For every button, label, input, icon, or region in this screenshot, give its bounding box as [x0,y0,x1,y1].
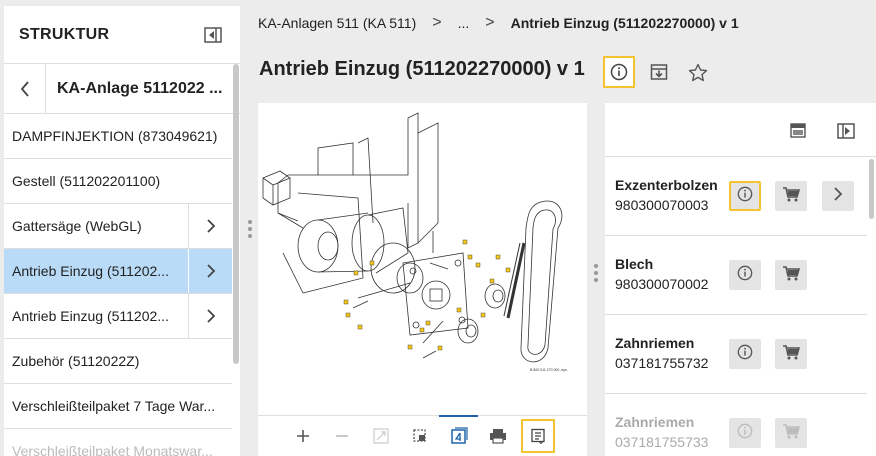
download-icon [650,64,668,80]
drawing-2d-icon [450,427,468,444]
tree-item[interactable]: Verschleißteilpaket 7 Tage War... [4,384,232,429]
part-detail-button[interactable] [822,181,854,211]
back-row[interactable]: KA-Anlage 5112022 ... [4,64,240,114]
part-row[interactable]: Zahnriemen 037181755732 [605,315,867,394]
tree-item[interactable]: DAMPFINJEKTION (873049621) [4,114,232,159]
breadcrumb-item-ellipsis[interactable]: ... [458,15,470,31]
expand-icon [372,428,389,444]
tree-item-label: Verschleißteilpaket 7 Tage War... [12,398,216,414]
parts-list: Exzenterbolzen 980300070003 Blech 980300070… [605,157,876,456]
tree-item-label: DAMPFINJEKTION (873049621) [12,128,218,144]
part-number: 980300070002 [615,276,709,292]
collapse-panel-icon[interactable] [204,26,222,43]
structure-tree: DAMPFINJEKTION (873049621) Gestell (51120… [4,114,240,456]
structure-panel: STRUKTUR KA-Anlage 5112022 ... DAMPFINJE… [4,6,240,456]
part-row[interactable]: Blech 980300070002 [605,236,867,315]
tree-item[interactable]: Gattersäge (WebGL) [4,204,232,249]
tree-item-label: Verschleißteilpaket Monatswar... [12,443,213,456]
cart-icon [782,186,801,207]
structure-scrollbar[interactable] [233,64,239,364]
tree-item-label: Gattersäge (WebGL) [12,218,142,234]
info-icon [610,63,628,81]
parts-list-header [605,103,876,157]
part-info-button[interactable] [729,339,761,369]
add-to-cart-button[interactable] [775,418,807,448]
plus-icon [296,430,309,442]
part-info-button[interactable] [729,418,761,448]
part-number: 980300070003 [615,197,709,213]
printer-icon [489,429,506,444]
part-row[interactable]: Zahnriemen 037181755733 [605,394,867,456]
minus-icon [335,435,348,437]
breadcrumb: KA-Anlagen 511 (KA 511) > ... > Antrieb … [258,14,739,32]
chevron-right-icon[interactable] [188,204,232,248]
structure-title: STRUKTUR [19,25,110,43]
tree-item[interactable]: Antrieb Einzug (511202... [4,249,232,294]
cart-icon [782,423,801,444]
breadcrumb-item-current: Antrieb Einzug (511202270000) v 1 [510,15,739,31]
parts-scrollbar[interactable] [869,159,874,219]
part-name: Blech [615,256,654,272]
cart-icon [782,265,801,286]
info-icon [737,186,753,207]
parent-node-label: KA-Anlage 5112022 ... [57,79,223,97]
chevron-right-icon[interactable] [188,249,232,293]
info-icon [737,344,753,365]
breadcrumb-item-root[interactable]: KA-Anlagen 511 (KA 511) [258,15,416,31]
part-row[interactable]: Exzenterbolzen 980300070003 [605,157,867,236]
part-name: Exzenterbolzen [615,177,718,193]
tree-item-label: Zubehör (5112022Z) [12,353,140,369]
star-icon [688,63,708,81]
part-name: Zahnriemen [615,335,695,351]
tree-item[interactable]: Zubehör (5112022Z) [4,339,232,384]
part-number: 037181755732 [615,355,709,371]
breadcrumb-separator: > [485,14,495,31]
tree-item-label: Antrieb Einzug (511202... [12,263,169,279]
breadcrumb-separator: > [432,14,442,31]
drawing-viewer: B 800 511 270 000 .eps [258,103,587,456]
tree-item[interactable]: Antrieb Einzug (511202... [4,294,232,339]
tree-item[interactable]: Verschleißteilpaket Monatswar... [4,429,232,456]
view-2d-button[interactable] [439,415,478,453]
part-info-button[interactable] [729,181,761,211]
parts-list-button[interactable] [521,419,555,453]
fit-screen-button[interactable] [361,419,400,453]
structure-header: STRUKTUR [4,6,240,64]
part-info-button[interactable] [729,260,761,290]
info-icon [737,265,753,286]
drawing-toolbar [258,415,587,456]
zoom-out-button[interactable] [322,419,361,453]
exploded-drawing[interactable]: B 800 511 270 000 .eps [258,103,587,413]
right-resize-handle[interactable] [594,264,598,282]
chevron-right-icon [833,186,843,207]
part-name: Zahnriemen [615,414,695,430]
chevron-left-icon[interactable] [4,64,46,113]
left-resize-handle[interactable] [248,220,252,238]
tree-item-label: Gestell (511202201100) [12,173,161,189]
add-to-cart-button[interactable] [775,181,807,211]
info-icon [737,423,753,444]
tree-item-label: Antrieb Einzug (511202... [12,308,169,324]
tree-item[interactable]: Gestell (511202201100) [4,159,232,204]
drawing-caption: B 800 511 270 000 .eps [530,368,567,372]
collapse-right-panel-icon[interactable] [837,123,855,139]
cart-icon [782,344,801,365]
info-button[interactable] [603,56,635,88]
zoom-in-button[interactable] [283,419,322,453]
download-button[interactable] [643,56,675,88]
select-area-button[interactable] [400,419,439,453]
favorite-button[interactable] [682,56,714,88]
parts-list-panel: Exzenterbolzen 980300070003 Blech 980300070… [605,103,876,456]
page-title: Antrieb Einzug (511202270000) v 1 [259,58,585,80]
list-document-icon [531,428,545,444]
area-select-icon [412,429,426,442]
add-to-cart-button[interactable] [775,339,807,369]
add-to-cart-button[interactable] [775,260,807,290]
print-button[interactable] [478,419,517,453]
part-number: 037181755733 [615,434,709,450]
chevron-right-icon[interactable] [188,294,232,338]
layout-toggle-icon[interactable] [790,123,806,138]
